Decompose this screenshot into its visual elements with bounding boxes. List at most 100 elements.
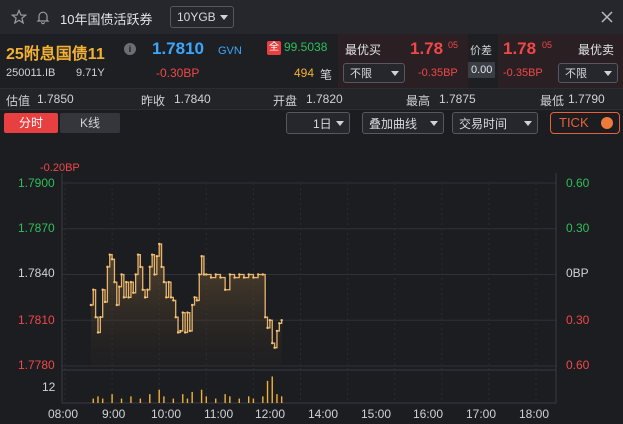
full-price-badge: 全 xyxy=(267,41,281,55)
volume-bar xyxy=(238,398,240,403)
price-point xyxy=(268,319,272,322)
period-value: 1日 xyxy=(313,116,332,131)
y-left-tick-label: 1.7840 xyxy=(18,266,55,280)
price-point xyxy=(127,296,130,299)
price-change: -0.30BP xyxy=(156,66,200,80)
price-point xyxy=(183,331,187,334)
volume-bar xyxy=(120,398,123,403)
tab-kline[interactable]: K线 xyxy=(60,113,120,133)
price-point xyxy=(172,299,175,302)
quote-panel: 25附息国债11 i 1.7810 GVN 全 99.5038 250011.I… xyxy=(0,34,623,88)
price-point xyxy=(202,273,206,276)
price-point xyxy=(193,296,196,299)
price-point xyxy=(233,276,236,279)
price-point xyxy=(271,341,274,345)
trade-time-dropdown[interactable]: 交易时间 xyxy=(452,112,538,134)
price-point xyxy=(186,311,189,314)
volume-bar xyxy=(158,389,160,403)
bond-term: 9.71Y xyxy=(76,67,105,79)
ask-filter-dropdown[interactable]: 不限 xyxy=(558,63,618,83)
price-point xyxy=(155,255,159,258)
volume-bar xyxy=(262,396,264,403)
price-point xyxy=(214,273,217,276)
price-point xyxy=(103,300,107,304)
x-tick-label: 16:00 xyxy=(413,407,444,421)
price-point xyxy=(153,273,156,276)
stat-valuation-label: 估值 xyxy=(6,94,31,108)
spread-label: 价差 xyxy=(470,45,492,57)
top-change-label: -0.20BP xyxy=(40,162,80,174)
volume-bar xyxy=(139,398,142,403)
price-point xyxy=(158,242,161,246)
price-point xyxy=(89,303,93,307)
price-point xyxy=(160,265,163,269)
price-point xyxy=(273,346,276,349)
volume-bar xyxy=(191,391,193,403)
price-point xyxy=(139,265,142,269)
volume-bar xyxy=(111,394,113,403)
price-point xyxy=(143,296,147,299)
toggle-knob-icon xyxy=(601,117,613,129)
tab-intraday-label: 分时 xyxy=(18,116,43,130)
stat-high-label: 最高 xyxy=(406,94,431,108)
price-point xyxy=(94,316,97,319)
volume-bar xyxy=(280,396,283,403)
period-dropdown[interactable]: 1日 xyxy=(286,112,350,134)
price-point xyxy=(205,273,208,276)
price-point xyxy=(96,331,100,334)
tick-toggle-label: TICK xyxy=(559,115,589,130)
price-point xyxy=(108,253,111,256)
best-bid-price-suffix: 05 xyxy=(448,40,459,50)
volume-bar xyxy=(101,398,104,403)
stat-open-value: 1.7820 xyxy=(306,92,343,106)
star-icon[interactable] xyxy=(10,8,28,26)
x-tick-label: 18:00 xyxy=(519,407,550,421)
bid-filter-dropdown[interactable]: 不限 xyxy=(343,63,405,83)
price-point xyxy=(115,303,119,307)
info-icon[interactable]: i xyxy=(124,43,136,55)
price-point xyxy=(132,291,135,294)
chevron-down-icon xyxy=(604,71,612,76)
close-icon[interactable] xyxy=(598,8,616,26)
bond-selector-value: 10YGB xyxy=(177,10,216,24)
volume-bar xyxy=(130,396,132,403)
price-point xyxy=(247,273,250,276)
price-point xyxy=(146,288,149,291)
price-point xyxy=(238,273,241,276)
price-point xyxy=(280,319,283,322)
bond-code: 250011.IB xyxy=(6,67,56,79)
chevron-down-icon xyxy=(430,121,438,126)
volume-bar xyxy=(172,398,175,403)
full-price: 99.5038 xyxy=(284,40,328,54)
spread-value: 0.00 xyxy=(468,62,496,78)
stat-prev-close-label: 昨收 xyxy=(141,94,166,108)
volume-bar xyxy=(186,398,189,403)
chart-toolbar: 分时 K线 1日 叠加曲线 交易时间 TICK xyxy=(0,110,623,136)
bid-filter-value: 不限 xyxy=(350,68,372,80)
chevron-down-icon xyxy=(220,15,228,20)
best-bid-label: 最优买 xyxy=(345,43,382,57)
overlay-curve-dropdown[interactable]: 叠加曲线 xyxy=(362,112,444,134)
volume-bar xyxy=(276,394,278,403)
stat-low-value: 1.7790 xyxy=(568,92,605,106)
price-point xyxy=(169,296,173,299)
price-point xyxy=(195,299,199,302)
best-bid-price[interactable]: 1.78 xyxy=(410,39,443,59)
y-right-tick-label: 0BP xyxy=(566,266,589,280)
bell-icon[interactable] xyxy=(34,8,52,26)
volume-bar xyxy=(92,398,94,403)
best-ask-price[interactable]: 1.78 xyxy=(503,39,536,59)
tab-kline-label: K线 xyxy=(79,116,100,130)
last-price: 1.7810 xyxy=(152,39,204,58)
price-point xyxy=(174,316,177,319)
volume-bar xyxy=(229,396,231,403)
price-area-fill xyxy=(90,244,282,366)
stat-prev-close-value: 1.7840 xyxy=(174,92,211,106)
tab-intraday[interactable]: 分时 xyxy=(4,113,58,133)
bond-selector-dropdown[interactable]: 10YGB xyxy=(170,6,234,28)
price-point xyxy=(162,280,166,284)
price-point xyxy=(136,253,140,256)
price-point xyxy=(198,273,201,276)
tick-toggle[interactable]: TICK xyxy=(550,112,620,134)
price-point xyxy=(242,276,246,279)
